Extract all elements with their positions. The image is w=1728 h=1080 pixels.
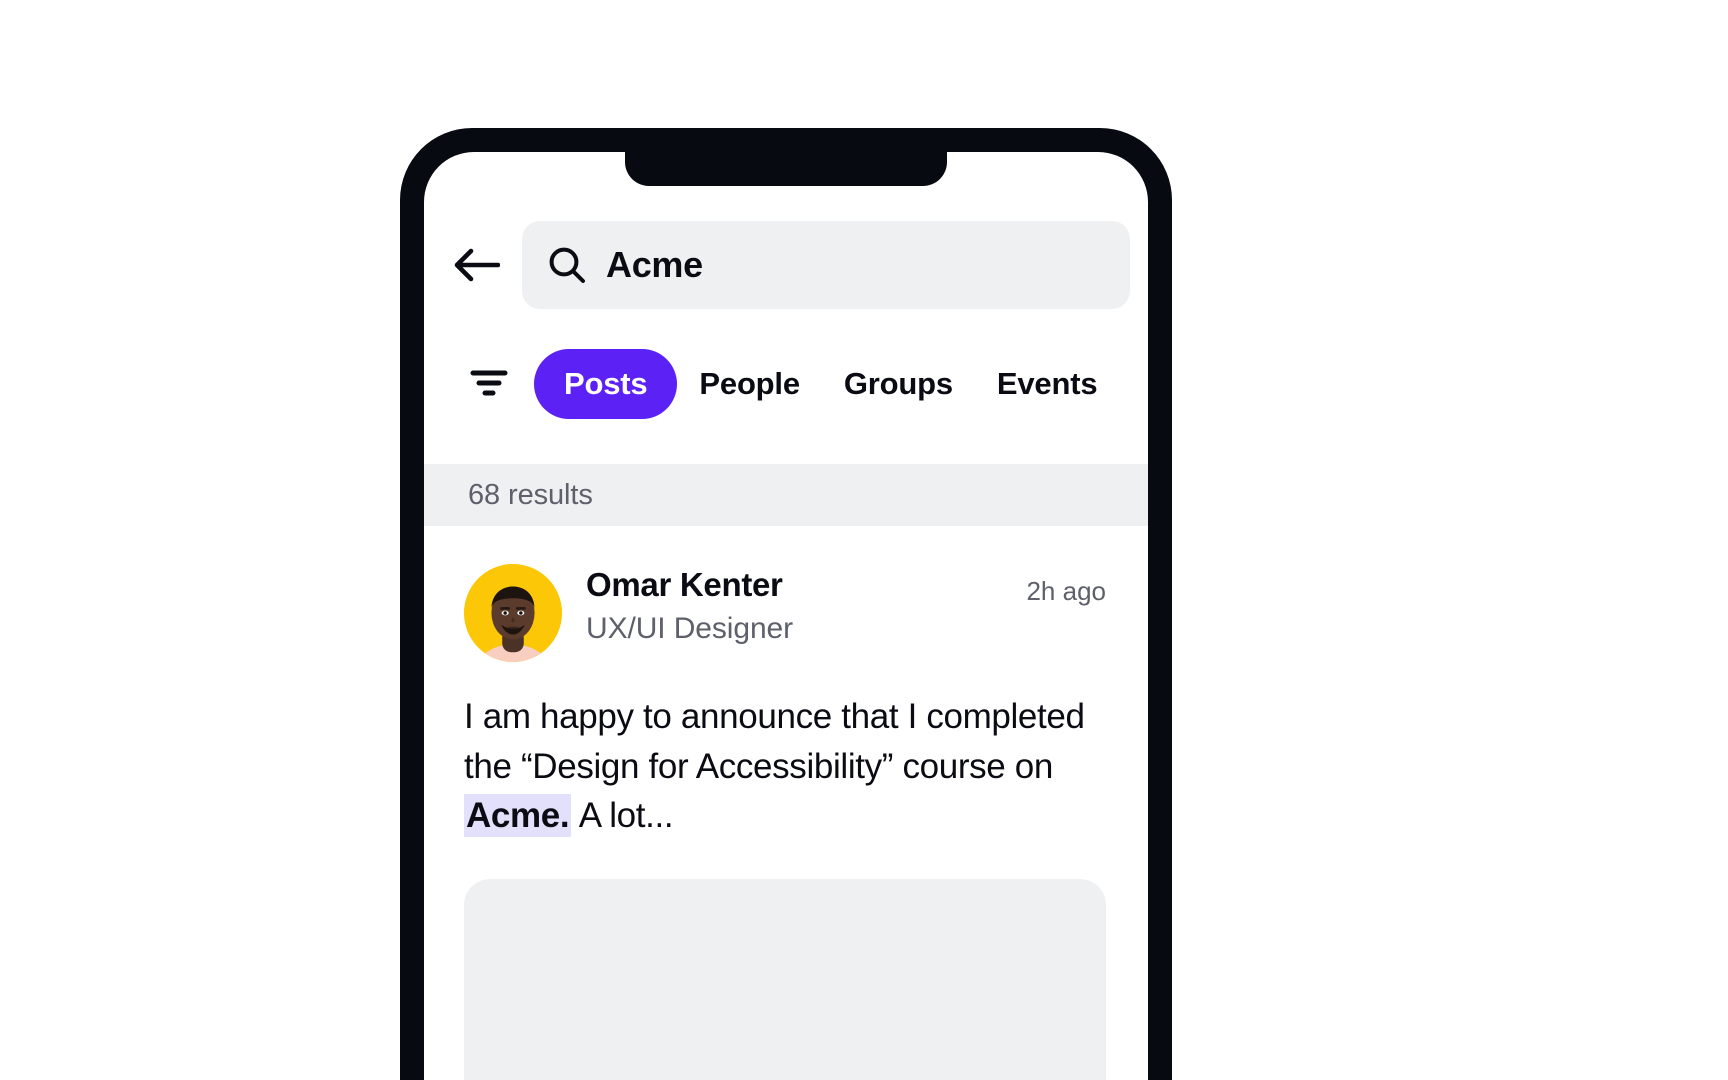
tab-groups[interactable]: Groups	[822, 366, 975, 402]
post-body-text: I am happy to announce that I completed …	[464, 692, 1106, 841]
post-image-placeholder[interactable]	[464, 879, 1106, 1080]
post-result-item[interactable]: Omar Kenter UX/UI Designer 2h ago I am h…	[424, 526, 1148, 1080]
avatar[interactable]	[464, 564, 562, 662]
post-author-name[interactable]: Omar Kenter	[586, 566, 1026, 605]
post-body-before: I am happy to announce that I completed …	[464, 697, 1085, 786]
phone-notch	[625, 152, 947, 186]
results-count-label: 68 results	[468, 478, 593, 511]
tab-people[interactable]: People	[677, 366, 821, 402]
post-author-role: UX/UI Designer	[586, 611, 794, 645]
search-icon	[548, 246, 586, 284]
post-body-after: A lot...	[571, 796, 674, 836]
tab-posts[interactable]: Posts	[534, 349, 678, 419]
post-timestamp: 2h ago	[1026, 576, 1106, 606]
screenshot-canvas: Acme Posts People Groups Events 68 resul…	[0, 0, 1728, 1080]
post-body-highlight: Acme.	[464, 794, 572, 838]
tab-events[interactable]: Events	[975, 366, 1119, 402]
results-count-strip: 68 results	[424, 464, 1148, 526]
search-header: Acme	[424, 212, 1148, 318]
tab-list: Posts People Groups Events	[534, 349, 1119, 419]
filter-icon	[468, 366, 510, 403]
post-author-block: Omar Kenter UX/UI Designer	[586, 564, 1026, 648]
post-header: Omar Kenter UX/UI Designer 2h ago	[464, 564, 1106, 662]
phone-screen: Acme Posts People Groups Events 68 resul…	[424, 152, 1148, 1080]
filter-tabs-bar: Posts People Groups Events	[424, 330, 1148, 438]
back-button[interactable]	[446, 234, 508, 296]
arrow-left-icon	[454, 248, 500, 282]
phone-device-frame: Acme Posts People Groups Events 68 resul…	[400, 128, 1172, 1080]
search-input[interactable]: Acme	[522, 221, 1130, 309]
filter-button[interactable]	[462, 357, 516, 411]
search-input-value: Acme	[606, 244, 703, 285]
